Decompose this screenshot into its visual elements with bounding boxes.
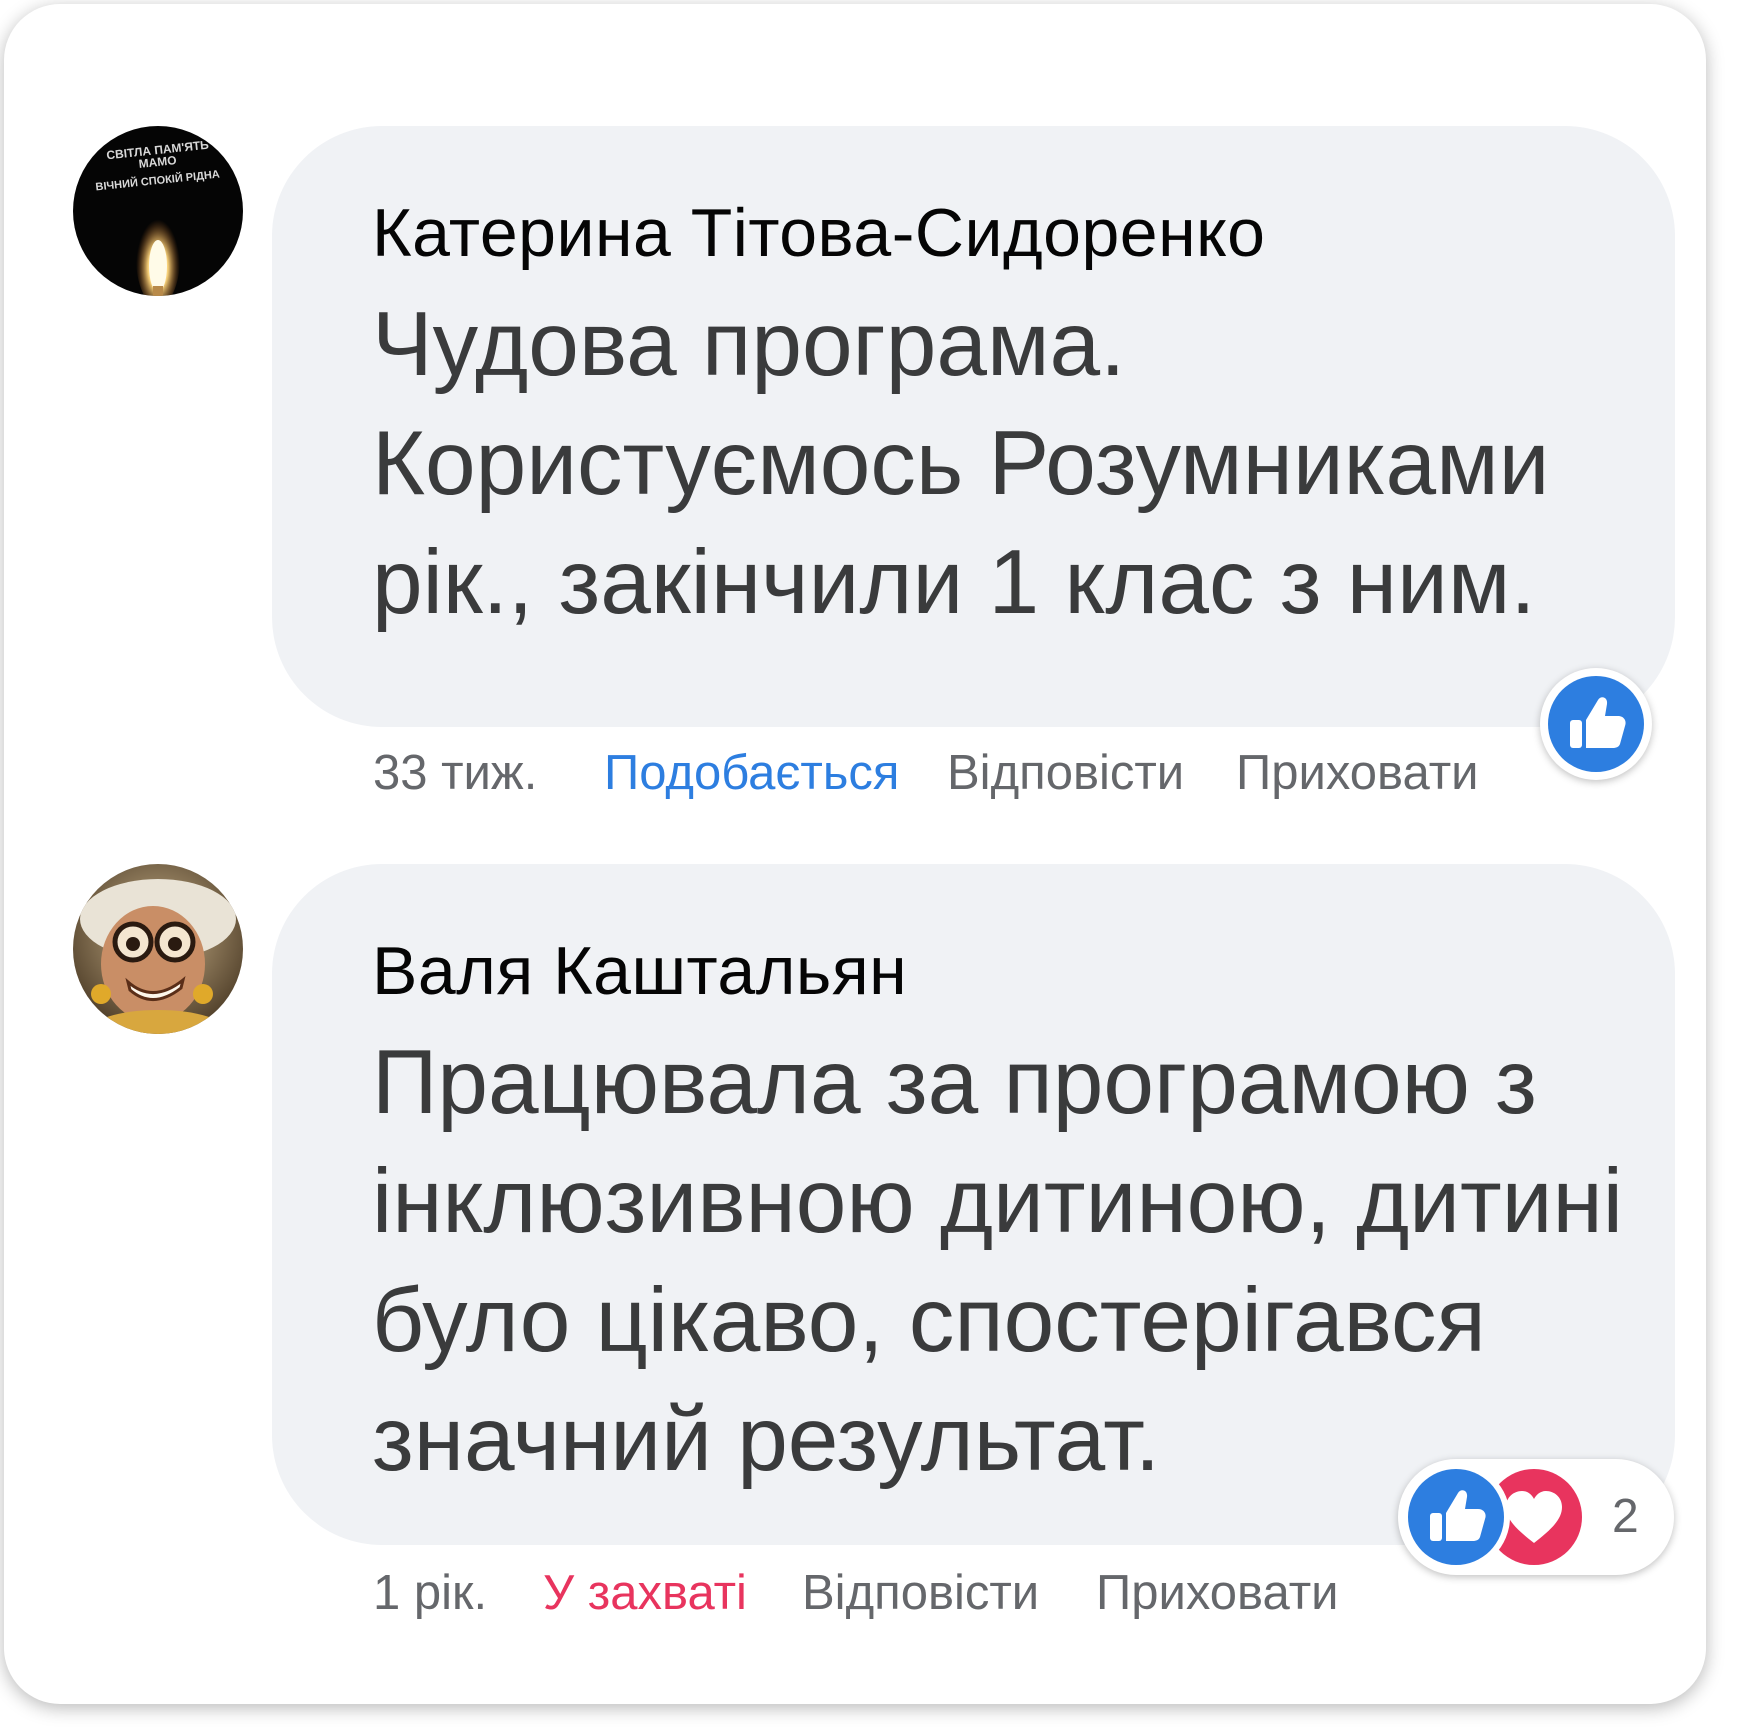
grandma-with-glasses-icon: [73, 864, 243, 1034]
comment-text: Працювала за програмою з інклюзивною дит…: [372, 1023, 1623, 1499]
reply-button[interactable]: Відповісти: [802, 1565, 1039, 1621]
comment-timestamp[interactable]: 33 тиж.: [373, 746, 537, 800]
love-reaction-button[interactable]: У захваті: [543, 1565, 747, 1621]
comment-author[interactable]: Валя Каштальян: [372, 932, 907, 1010]
hide-button[interactable]: Приховати: [1236, 745, 1479, 801]
commenter-avatar[interactable]: [73, 864, 243, 1034]
comment-author[interactable]: Катерина Тітова-Сидоренко: [372, 194, 1265, 272]
comment-timestamp[interactable]: 1 рік.: [373, 1565, 487, 1621]
comment-text-line: Чудова програма.: [372, 294, 1126, 395]
comment-bubble: Катерина Тітова-Сидоренко Чудова програм…: [272, 126, 1675, 727]
reaction-summary[interactable]: 2: [1398, 1459, 1674, 1575]
reaction-summary[interactable]: [1540, 668, 1652, 780]
commenter-avatar[interactable]: СВІТЛА ПАМ'ЯТЬ МАМО ВІЧНИЙ СПОКІЙ РІДНА: [73, 126, 243, 296]
comment-text: Чудова програма. Користуємось Розумникам…: [372, 285, 1550, 642]
like-button[interactable]: Подобається: [604, 745, 899, 801]
hide-button[interactable]: Приховати: [1096, 1565, 1339, 1621]
like-icon: [1548, 676, 1644, 772]
comment-text-line: рік., закінчили 1 клас з ним.: [372, 532, 1536, 633]
like-icon: [1408, 1469, 1504, 1565]
comment-text-line: Працювала за програмою з: [372, 1032, 1537, 1133]
comment-text-line: було цікаво, спостерігався: [372, 1270, 1486, 1371]
comment-meta: 33 тиж.: [373, 745, 537, 801]
reply-button[interactable]: Відповісти: [947, 745, 1184, 801]
reaction-count: 2: [1612, 1490, 1639, 1543]
comment-text-line: інклюзивною дитиною, дитині: [372, 1151, 1623, 1252]
comment-text-line: Користуємось Розумниками: [372, 413, 1550, 514]
memorial-candle-icon: СВІТЛА ПАМ'ЯТЬ МАМО ВІЧНИЙ СПОКІЙ РІДНА: [73, 126, 243, 296]
comment-bubble: Валя Каштальян Працювала за програмою з …: [272, 864, 1675, 1545]
